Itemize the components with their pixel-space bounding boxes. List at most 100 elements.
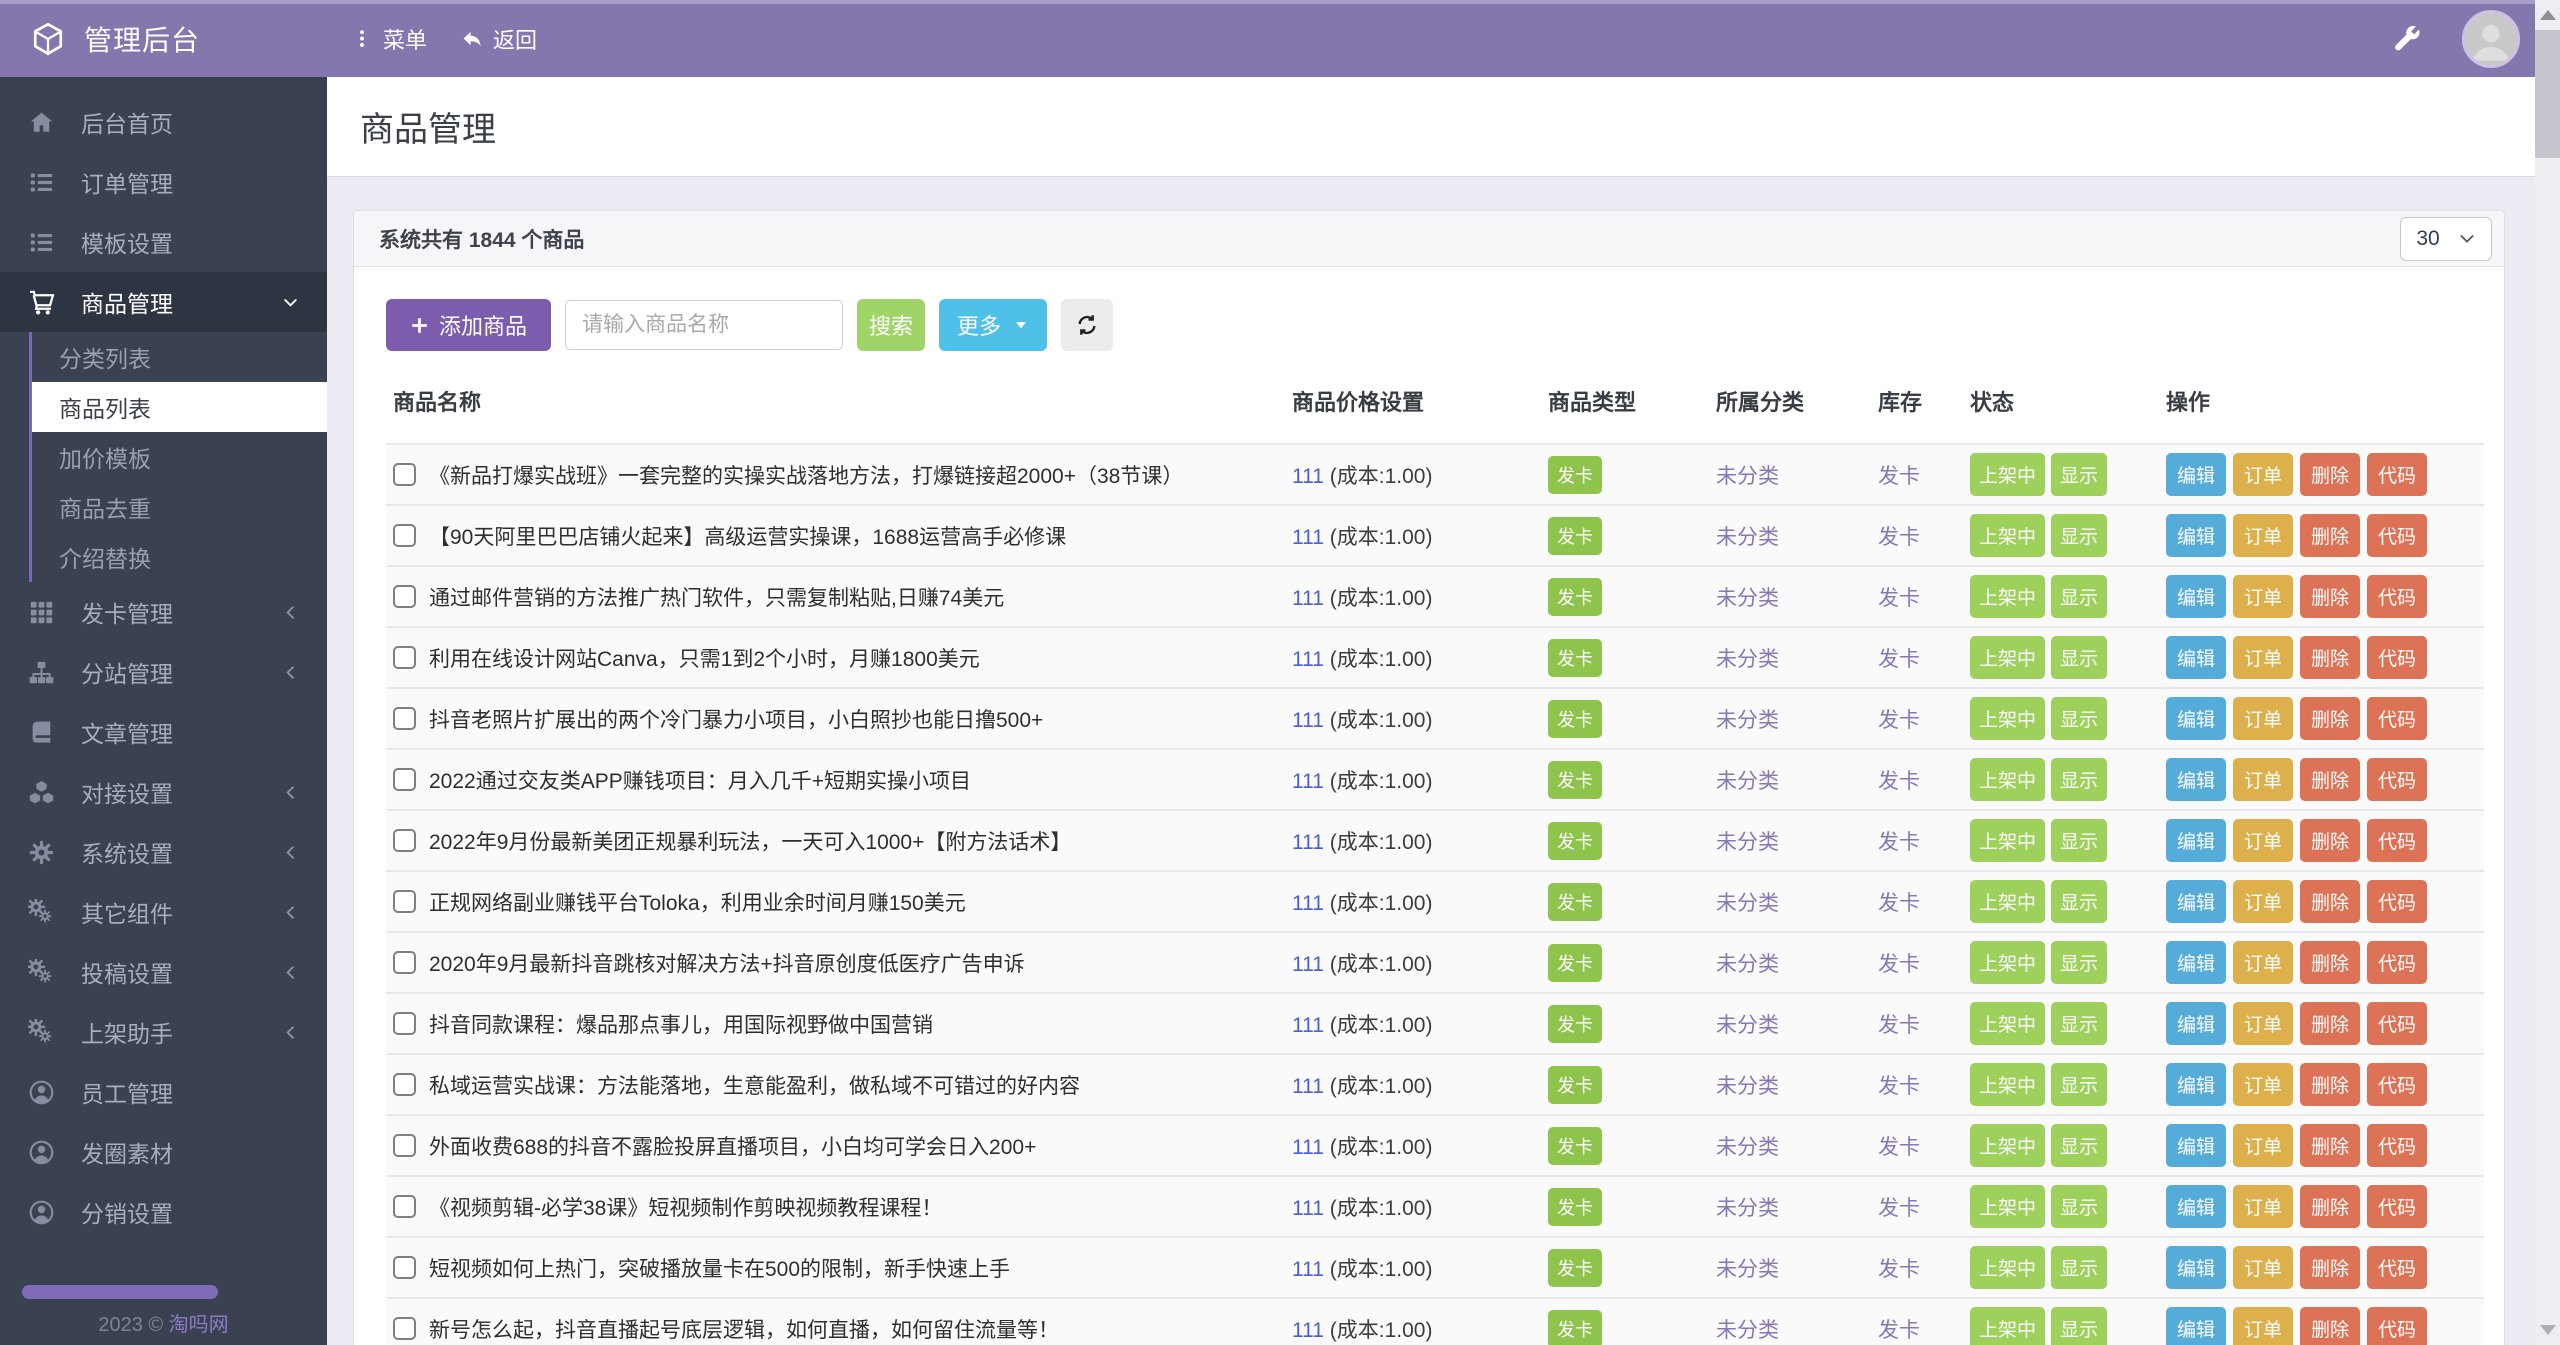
edit-button[interactable]: 编辑 <box>2166 1307 2227 1345</box>
sidebar-item-12[interactable]: 对接设置 <box>0 762 327 822</box>
order-button[interactable]: 订单 <box>2233 514 2294 557</box>
code-button[interactable]: 代码 <box>2367 1307 2428 1345</box>
status-badge-on-shelf[interactable]: 上架中 <box>1970 1124 2046 1167</box>
wrench-icon[interactable] <box>2392 24 2422 54</box>
status-badge-visible[interactable]: 显示 <box>2051 819 2108 862</box>
del-button[interactable]: 删除 <box>2300 819 2361 862</box>
edit-button[interactable]: 编辑 <box>2166 1246 2227 1289</box>
order-button[interactable]: 订单 <box>2233 941 2294 984</box>
row-checkbox[interactable] <box>393 1195 416 1218</box>
code-button[interactable]: 代码 <box>2367 636 2428 679</box>
del-button[interactable]: 删除 <box>2300 1246 2361 1289</box>
edit-button[interactable]: 编辑 <box>2166 453 2227 496</box>
sidebar-item-3[interactable]: 商品管理 <box>0 272 327 332</box>
code-button[interactable]: 代码 <box>2367 453 2428 496</box>
status-badge-visible[interactable]: 显示 <box>2051 1063 2108 1106</box>
order-button[interactable]: 订单 <box>2233 1002 2294 1045</box>
del-button[interactable]: 删除 <box>2300 514 2361 557</box>
edit-button[interactable]: 编辑 <box>2166 636 2227 679</box>
status-badge-visible[interactable]: 显示 <box>2051 514 2108 557</box>
order-button[interactable]: 订单 <box>2233 819 2294 862</box>
order-button[interactable]: 订单 <box>2233 1185 2294 1228</box>
edit-button[interactable]: 编辑 <box>2166 1124 2227 1167</box>
site-link[interactable]: 淘吗网 <box>169 1314 229 1336</box>
sidebar-item-13[interactable]: 系统设置 <box>0 822 327 882</box>
code-button[interactable]: 代码 <box>2367 819 2428 862</box>
row-checkbox[interactable] <box>393 1134 416 1157</box>
search-button[interactable]: 搜索 <box>857 299 926 351</box>
del-button[interactable]: 删除 <box>2300 758 2361 801</box>
status-badge-visible[interactable]: 显示 <box>2051 453 2108 496</box>
sidebar-item-9[interactable]: 发卡管理 <box>0 582 327 642</box>
order-button[interactable]: 订单 <box>2233 1124 2294 1167</box>
status-badge-on-shelf[interactable]: 上架中 <box>1970 697 2046 740</box>
status-badge-visible[interactable]: 显示 <box>2051 880 2108 923</box>
del-button[interactable]: 删除 <box>2300 697 2361 740</box>
sidebar-subitem-4[interactable]: 分类列表 <box>32 332 327 382</box>
status-badge-visible[interactable]: 显示 <box>2051 1185 2108 1228</box>
code-button[interactable]: 代码 <box>2367 1185 2428 1228</box>
menu-button[interactable]: 菜单 <box>351 23 427 55</box>
scrollbar-thumb[interactable] <box>2535 30 2560 158</box>
status-badge-on-shelf[interactable]: 上架中 <box>1970 941 2046 984</box>
del-button[interactable]: 删除 <box>2300 1124 2361 1167</box>
order-button[interactable]: 订单 <box>2233 1063 2294 1106</box>
row-checkbox[interactable] <box>393 524 416 547</box>
edit-button[interactable]: 编辑 <box>2166 880 2227 923</box>
del-button[interactable]: 删除 <box>2300 941 2361 984</box>
scrollbar-down-arrow[interactable] <box>2540 1325 2556 1335</box>
edit-button[interactable]: 编辑 <box>2166 697 2227 740</box>
code-button[interactable]: 代码 <box>2367 1246 2428 1289</box>
code-button[interactable]: 代码 <box>2367 1002 2428 1045</box>
sidebar-item-18[interactable]: 发圈素材 <box>0 1122 327 1182</box>
del-button[interactable]: 删除 <box>2300 636 2361 679</box>
del-button[interactable]: 删除 <box>2300 575 2361 618</box>
edit-button[interactable]: 编辑 <box>2166 1185 2227 1228</box>
status-badge-on-shelf[interactable]: 上架中 <box>1970 819 2046 862</box>
sidebar-item-16[interactable]: 上架助手 <box>0 1002 327 1062</box>
code-button[interactable]: 代码 <box>2367 514 2428 557</box>
row-checkbox[interactable] <box>393 951 416 974</box>
status-badge-on-shelf[interactable]: 上架中 <box>1970 575 2046 618</box>
del-button[interactable]: 删除 <box>2300 453 2361 496</box>
sidebar-item-15[interactable]: 投稿设置 <box>0 942 327 1002</box>
status-badge-visible[interactable]: 显示 <box>2051 758 2108 801</box>
del-button[interactable]: 删除 <box>2300 1307 2361 1345</box>
sidebar-item-19[interactable]: 分销设置 <box>0 1182 327 1242</box>
row-checkbox[interactable] <box>393 585 416 608</box>
order-button[interactable]: 订单 <box>2233 1307 2294 1345</box>
scrollbar-up-arrow[interactable] <box>2540 10 2556 20</box>
sidebar-item-11[interactable]: 文章管理 <box>0 702 327 762</box>
code-button[interactable]: 代码 <box>2367 697 2428 740</box>
edit-button[interactable]: 编辑 <box>2166 1002 2227 1045</box>
order-button[interactable]: 订单 <box>2233 453 2294 496</box>
status-badge-visible[interactable]: 显示 <box>2051 697 2108 740</box>
row-checkbox[interactable] <box>393 1256 416 1279</box>
row-checkbox[interactable] <box>393 463 416 486</box>
row-checkbox[interactable] <box>393 890 416 913</box>
sidebar-item-17[interactable]: 员工管理 <box>0 1062 327 1122</box>
del-button[interactable]: 删除 <box>2300 1002 2361 1045</box>
edit-button[interactable]: 编辑 <box>2166 758 2227 801</box>
row-checkbox[interactable] <box>393 1073 416 1096</box>
status-badge-on-shelf[interactable]: 上架中 <box>1970 636 2046 679</box>
status-badge-visible[interactable]: 显示 <box>2051 575 2108 618</box>
avatar[interactable] <box>2462 9 2520 68</box>
row-checkbox[interactable] <box>393 768 416 791</box>
add-product-button[interactable]: 添加商品 <box>386 299 552 351</box>
row-checkbox[interactable] <box>393 1012 416 1035</box>
row-checkbox[interactable] <box>393 829 416 852</box>
sidebar-subitem-7[interactable]: 商品去重 <box>32 482 327 532</box>
sidebar-item-14[interactable]: 其它组件 <box>0 882 327 942</box>
code-button[interactable]: 代码 <box>2367 1063 2428 1106</box>
sidebar-subitem-6[interactable]: 加价模板 <box>32 432 327 482</box>
more-button[interactable]: 更多 <box>939 299 1048 351</box>
edit-button[interactable]: 编辑 <box>2166 1063 2227 1106</box>
edit-button[interactable]: 编辑 <box>2166 514 2227 557</box>
back-button[interactable]: 返回 <box>461 23 537 55</box>
status-badge-visible[interactable]: 显示 <box>2051 636 2108 679</box>
status-badge-on-shelf[interactable]: 上架中 <box>1970 880 2046 923</box>
search-input[interactable] <box>565 300 844 350</box>
order-button[interactable]: 订单 <box>2233 880 2294 923</box>
row-checkbox[interactable] <box>393 707 416 730</box>
